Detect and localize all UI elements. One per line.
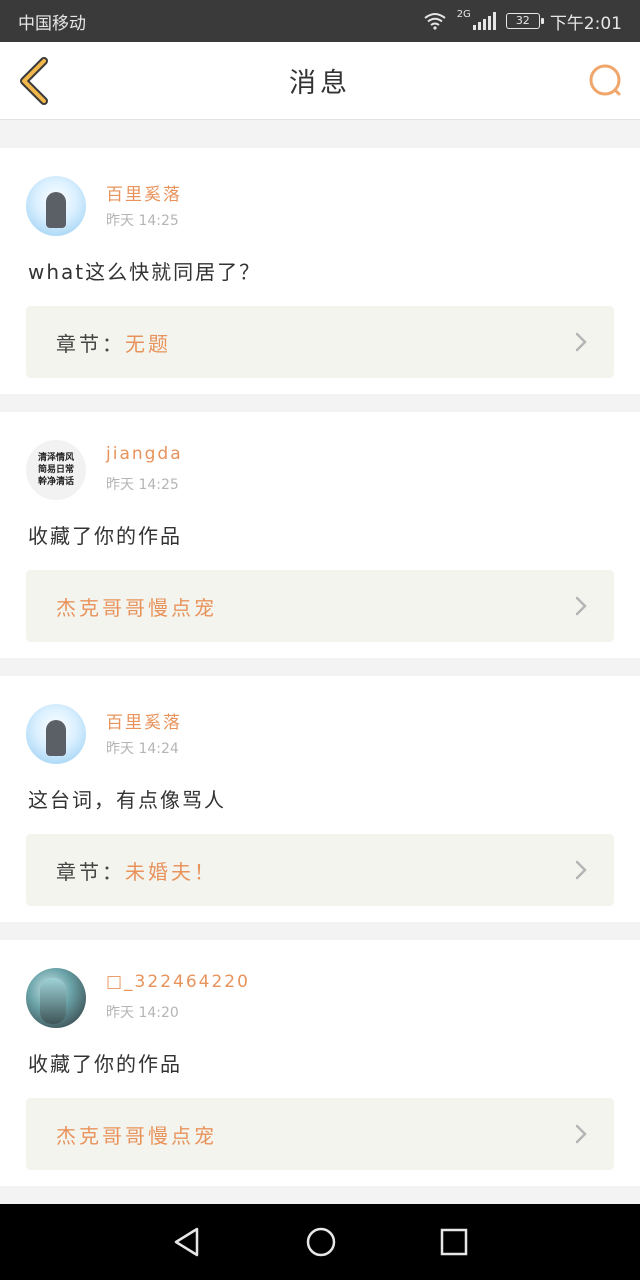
page-title: 消息	[289, 68, 351, 99]
timestamp: 昨天 14:24	[106, 741, 179, 757]
chevron-left-icon	[20, 57, 48, 105]
search-button[interactable]	[586, 62, 624, 100]
ref-name: 杰克哥哥慢点宠	[56, 595, 217, 620]
carrier-label: 中国移动	[18, 13, 86, 34]
network-type-label: 2G	[456, 8, 471, 20]
status-icons: 2G 32 下午2:01	[423, 9, 622, 34]
timestamp: 昨天 14:20	[106, 1005, 179, 1021]
search-icon	[589, 64, 621, 96]
message-card[interactable]: □_322464220 昨天 14:20 收藏了你的作品 杰克哥哥慢点宠	[0, 940, 640, 1186]
chevron-right-icon	[575, 596, 587, 616]
message-content: 收藏了你的作品	[28, 1052, 182, 1076]
ref-name: 杰克哥哥慢点宠	[56, 1123, 217, 1148]
username[interactable]: □_322464220	[106, 972, 250, 992]
username[interactable]: 百里奚落	[106, 708, 182, 733]
app-header: 消息	[0, 42, 640, 120]
message-content: 这台词，有点像骂人	[28, 788, 226, 812]
chevron-right-icon	[575, 860, 587, 880]
back-button[interactable]	[14, 56, 54, 106]
timestamp: 昨天 14:25	[106, 477, 179, 493]
avatar[interactable]: 清泽情风 简易日常 幹净清话	[26, 440, 86, 500]
wifi-icon	[424, 13, 446, 30]
message-content: 收藏了你的作品	[28, 524, 182, 548]
message-card[interactable]: 百里奚落 昨天 14:24 这台词，有点像骂人 章节： 未婚夫！	[0, 676, 640, 922]
avatar[interactable]	[26, 968, 86, 1028]
timestamp: 昨天 14:25	[106, 213, 179, 229]
chevron-right-icon	[575, 332, 587, 352]
message-card[interactable]: 百里奚落 昨天 14:25 what这么快就同居了？ 章节： 无题	[0, 148, 640, 394]
battery-level: 32	[515, 14, 530, 27]
circle-home-icon[interactable]	[305, 1226, 337, 1258]
status-bar: 中国移动 2G 32 下午2:01	[0, 0, 640, 42]
battery-icon: 32	[505, 13, 544, 29]
system-nav-bar	[0, 1204, 640, 1280]
work-link[interactable]: 杰克哥哥慢点宠	[26, 1098, 614, 1170]
avatar[interactable]	[26, 176, 86, 236]
square-recent-icon[interactable]	[440, 1228, 468, 1256]
message-content: what这么快就同居了？	[28, 260, 262, 284]
avatar-text: 清泽情风 简易日常 幹净清话	[37, 453, 74, 487]
chapter-link[interactable]: 章节： 未婚夫！	[26, 834, 614, 906]
clock: 下午2:01	[549, 13, 622, 34]
chevron-right-icon	[575, 1124, 587, 1144]
message-card[interactable]: 清泽情风 简易日常 幹净清话 jiangda 昨天 14:25 收藏了你的作品 …	[0, 412, 640, 658]
signal-icon	[472, 12, 496, 30]
work-link[interactable]: 杰克哥哥慢点宠	[26, 570, 614, 642]
username[interactable]: jiangda	[106, 444, 183, 464]
avatar[interactable]	[26, 704, 86, 764]
ref-name: 无题	[125, 331, 171, 356]
triangle-back-icon[interactable]	[172, 1226, 202, 1258]
ref-name: 未婚夫！	[125, 859, 217, 884]
ref-prefix: 章节：	[56, 859, 125, 884]
ref-prefix: 章节：	[56, 331, 125, 356]
chapter-link[interactable]: 章节： 无题	[26, 306, 614, 378]
username[interactable]: 百里奚落	[106, 180, 182, 205]
